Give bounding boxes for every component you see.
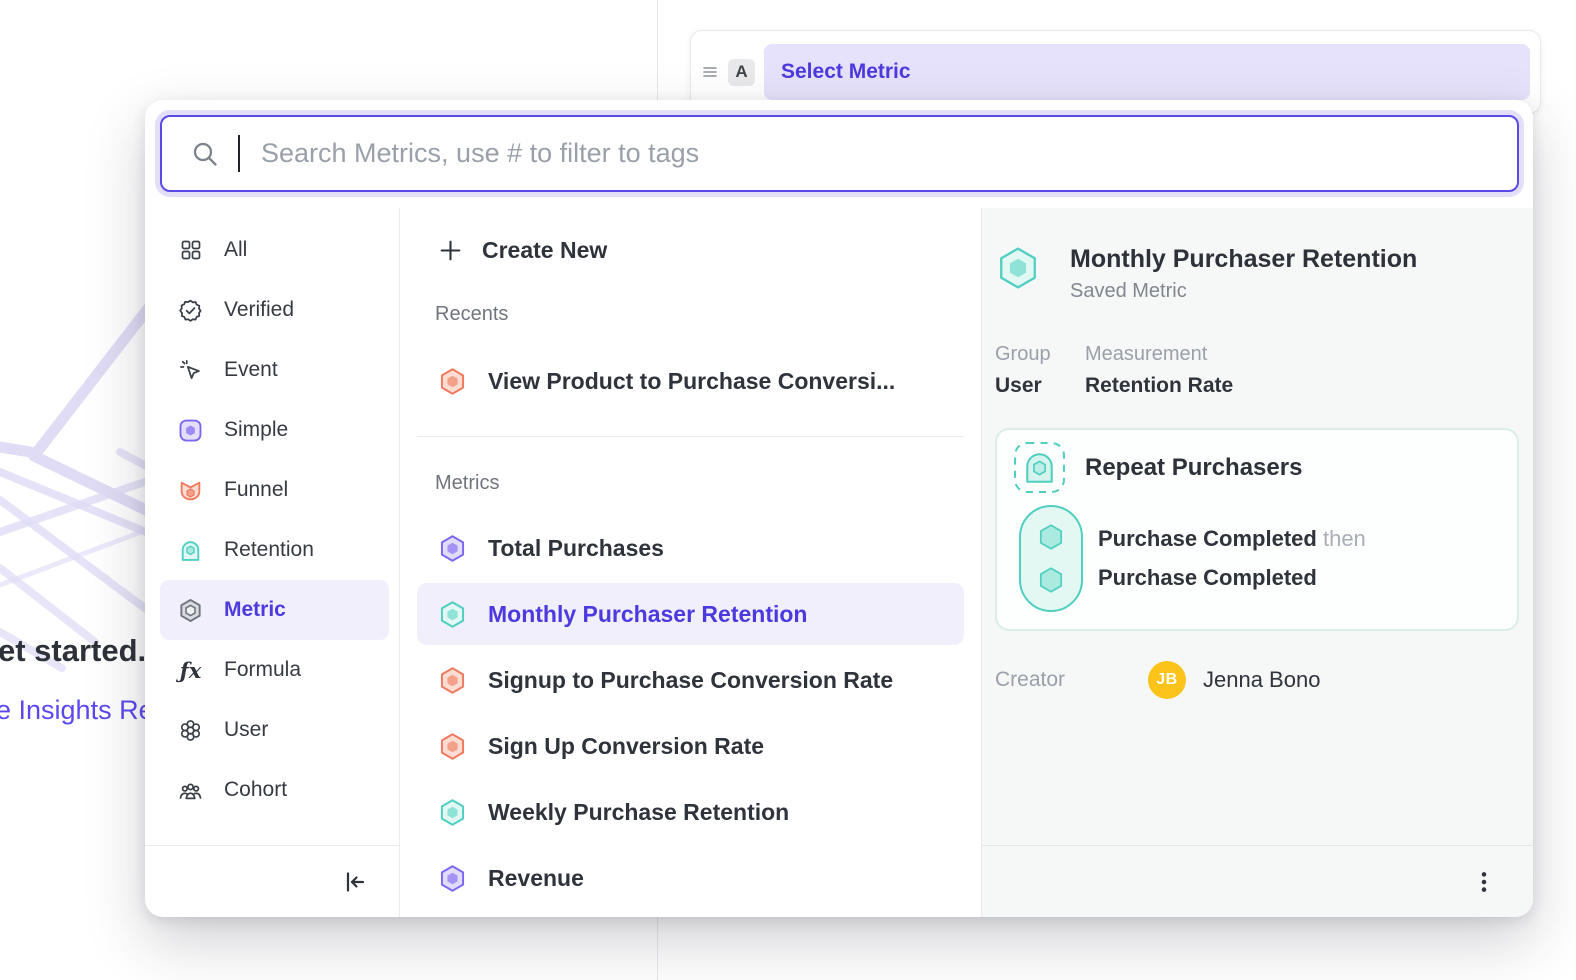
sidebar-item-label: Formula bbox=[224, 658, 301, 682]
funnel-hexagon-icon bbox=[438, 666, 467, 695]
retention-hexagon-icon bbox=[438, 600, 467, 629]
cohort-people-icon bbox=[178, 778, 203, 803]
sidebar-item-verified[interactable]: Verified bbox=[160, 280, 389, 340]
background-insights-link[interactable]: e Insights Re bbox=[0, 695, 154, 726]
definition-title: Repeat Purchasers bbox=[1085, 454, 1302, 482]
sidebar-item-label: Event bbox=[224, 358, 278, 382]
sidebar-item-formula[interactable]: ƒx Formula bbox=[160, 640, 389, 700]
sidebar-item-user[interactable]: User bbox=[160, 700, 389, 760]
saved-metric-icon bbox=[178, 598, 203, 623]
search-input[interactable] bbox=[258, 138, 1497, 169]
verified-badge-icon bbox=[178, 298, 203, 323]
event-hexagon-icon bbox=[1036, 565, 1066, 595]
measurement-value: Retention Rate bbox=[1085, 374, 1233, 398]
metrics-heading: Metrics bbox=[417, 472, 964, 495]
definition-step-2: Purchase Completed bbox=[1098, 565, 1366, 591]
sidebar-item-label: Cohort bbox=[224, 778, 287, 802]
more-options-kebab-button[interactable] bbox=[1467, 865, 1501, 899]
search-icon bbox=[190, 139, 220, 169]
definition-connector: then bbox=[1323, 526, 1366, 551]
retention-hexagon-icon bbox=[438, 798, 467, 827]
collapse-sidebar-button[interactable] bbox=[337, 865, 371, 899]
formula-icon: ƒx bbox=[178, 658, 203, 683]
create-new-label: Create New bbox=[482, 237, 607, 264]
metric-row-label: Monthly Purchaser Retention bbox=[488, 601, 807, 628]
retention-metric-icon bbox=[178, 538, 203, 563]
drag-handle-icon[interactable] bbox=[701, 63, 719, 81]
metric-hexagon-icon bbox=[995, 245, 1041, 291]
recents-heading: Recents bbox=[417, 303, 964, 326]
sidebar-item-event[interactable]: Event bbox=[160, 340, 389, 400]
sidebar-item-label: User bbox=[224, 718, 268, 742]
select-metric-label: Select Metric bbox=[781, 60, 911, 84]
list-divider bbox=[417, 436, 964, 437]
create-new-button[interactable]: Create New bbox=[417, 224, 964, 276]
simple-metric-icon bbox=[178, 418, 203, 443]
text-cursor bbox=[238, 135, 240, 172]
metric-row-label: Revenue bbox=[488, 865, 584, 892]
creator-label: Creator bbox=[995, 668, 1148, 692]
user-cluster-icon bbox=[178, 718, 203, 743]
detail-info-row: Group User Measurement Retention Rate bbox=[995, 343, 1519, 398]
sidebar-item-cohort[interactable]: Cohort bbox=[160, 760, 389, 820]
metric-picker-modal: All Verified Event Simple bbox=[145, 100, 1533, 917]
sidebar-item-label: Simple bbox=[224, 418, 288, 442]
metric-row-monthly-purchaser-retention[interactable]: Monthly Purchaser Retention bbox=[417, 583, 964, 645]
sidebar-item-label: Retention bbox=[224, 538, 314, 562]
repeat-purchasers-icon bbox=[1013, 441, 1066, 494]
select-metric-chip[interactable]: Select Metric bbox=[764, 44, 1530, 100]
metric-row-total-purchases[interactable]: Total Purchases bbox=[417, 517, 964, 579]
recent-metric-row[interactable]: View Product to Purchase Conversi... bbox=[417, 353, 964, 409]
metric-block-letter-badge: A bbox=[728, 59, 755, 86]
detail-header: Monthly Purchaser Retention Saved Metric bbox=[995, 245, 1519, 303]
event-cursor-icon bbox=[178, 358, 203, 383]
simple-hexagon-icon bbox=[438, 864, 467, 893]
sidebar-item-metric[interactable]: Metric bbox=[160, 580, 389, 640]
funnel-metric-icon bbox=[178, 478, 203, 503]
funnel-hexagon-icon bbox=[438, 367, 467, 396]
metric-definition-card: Repeat Purchasers Purchase Completed the… bbox=[995, 428, 1519, 631]
detail-footer bbox=[982, 845, 1533, 917]
sidebar-item-all[interactable]: All bbox=[160, 220, 389, 280]
definition-step-1: Purchase Completed then bbox=[1098, 526, 1366, 552]
sidebar-item-retention[interactable]: Retention bbox=[160, 520, 389, 580]
sidebar-item-label: Metric bbox=[224, 598, 286, 622]
sidebar-item-label: Funnel bbox=[224, 478, 288, 502]
search-area bbox=[145, 100, 1533, 208]
metric-row-sign-up-conversion[interactable]: Sign Up Conversion Rate bbox=[417, 715, 964, 777]
type-filter-sidebar: All Verified Event Simple bbox=[145, 208, 400, 917]
modal-body: All Verified Event Simple bbox=[145, 208, 1533, 917]
group-label: Group bbox=[995, 343, 1085, 366]
sidebar-footer bbox=[145, 845, 399, 917]
sidebar-item-label: All bbox=[224, 238, 247, 262]
grid-icon bbox=[178, 238, 203, 263]
event-hexagon-icon bbox=[1036, 522, 1066, 552]
creator-name: Jenna Bono bbox=[1203, 667, 1320, 693]
sidebar-item-funnel[interactable]: Funnel bbox=[160, 460, 389, 520]
detail-subtitle: Saved Metric bbox=[1070, 280, 1417, 303]
search-box[interactable] bbox=[160, 115, 1519, 192]
metric-list-column: Create New Recents View Product to Purch… bbox=[400, 208, 982, 917]
simple-hexagon-icon bbox=[438, 534, 467, 563]
metric-row-label: Total Purchases bbox=[488, 535, 664, 562]
sidebar-item-simple[interactable]: Simple bbox=[160, 400, 389, 460]
metric-row-signup-to-purchase[interactable]: Signup to Purchase Conversion Rate bbox=[417, 649, 964, 711]
metric-row-weekly-purchase-retention[interactable]: Weekly Purchase Retention bbox=[417, 781, 964, 843]
detail-title: Monthly Purchaser Retention bbox=[1070, 245, 1417, 274]
metric-row-label: Sign Up Conversion Rate bbox=[488, 733, 764, 760]
sidebar-item-label: Verified bbox=[224, 298, 294, 322]
background-heading: et started. bbox=[0, 633, 146, 669]
metric-row-revenue[interactable]: Revenue bbox=[417, 847, 964, 909]
metric-row-label: Signup to Purchase Conversion Rate bbox=[488, 667, 893, 694]
creator-avatar: JB bbox=[1148, 661, 1186, 699]
metric-row-label: View Product to Purchase Conversi... bbox=[488, 368, 895, 395]
creator-row: Creator JB Jenna Bono bbox=[995, 661, 1519, 699]
event-sequence-capsule bbox=[1019, 505, 1083, 612]
measurement-label: Measurement bbox=[1085, 343, 1233, 366]
funnel-hexagon-icon bbox=[438, 732, 467, 761]
metric-detail-panel: Monthly Purchaser Retention Saved Metric… bbox=[982, 208, 1533, 917]
metric-row-label: Weekly Purchase Retention bbox=[488, 799, 789, 826]
group-value: User bbox=[995, 374, 1085, 398]
